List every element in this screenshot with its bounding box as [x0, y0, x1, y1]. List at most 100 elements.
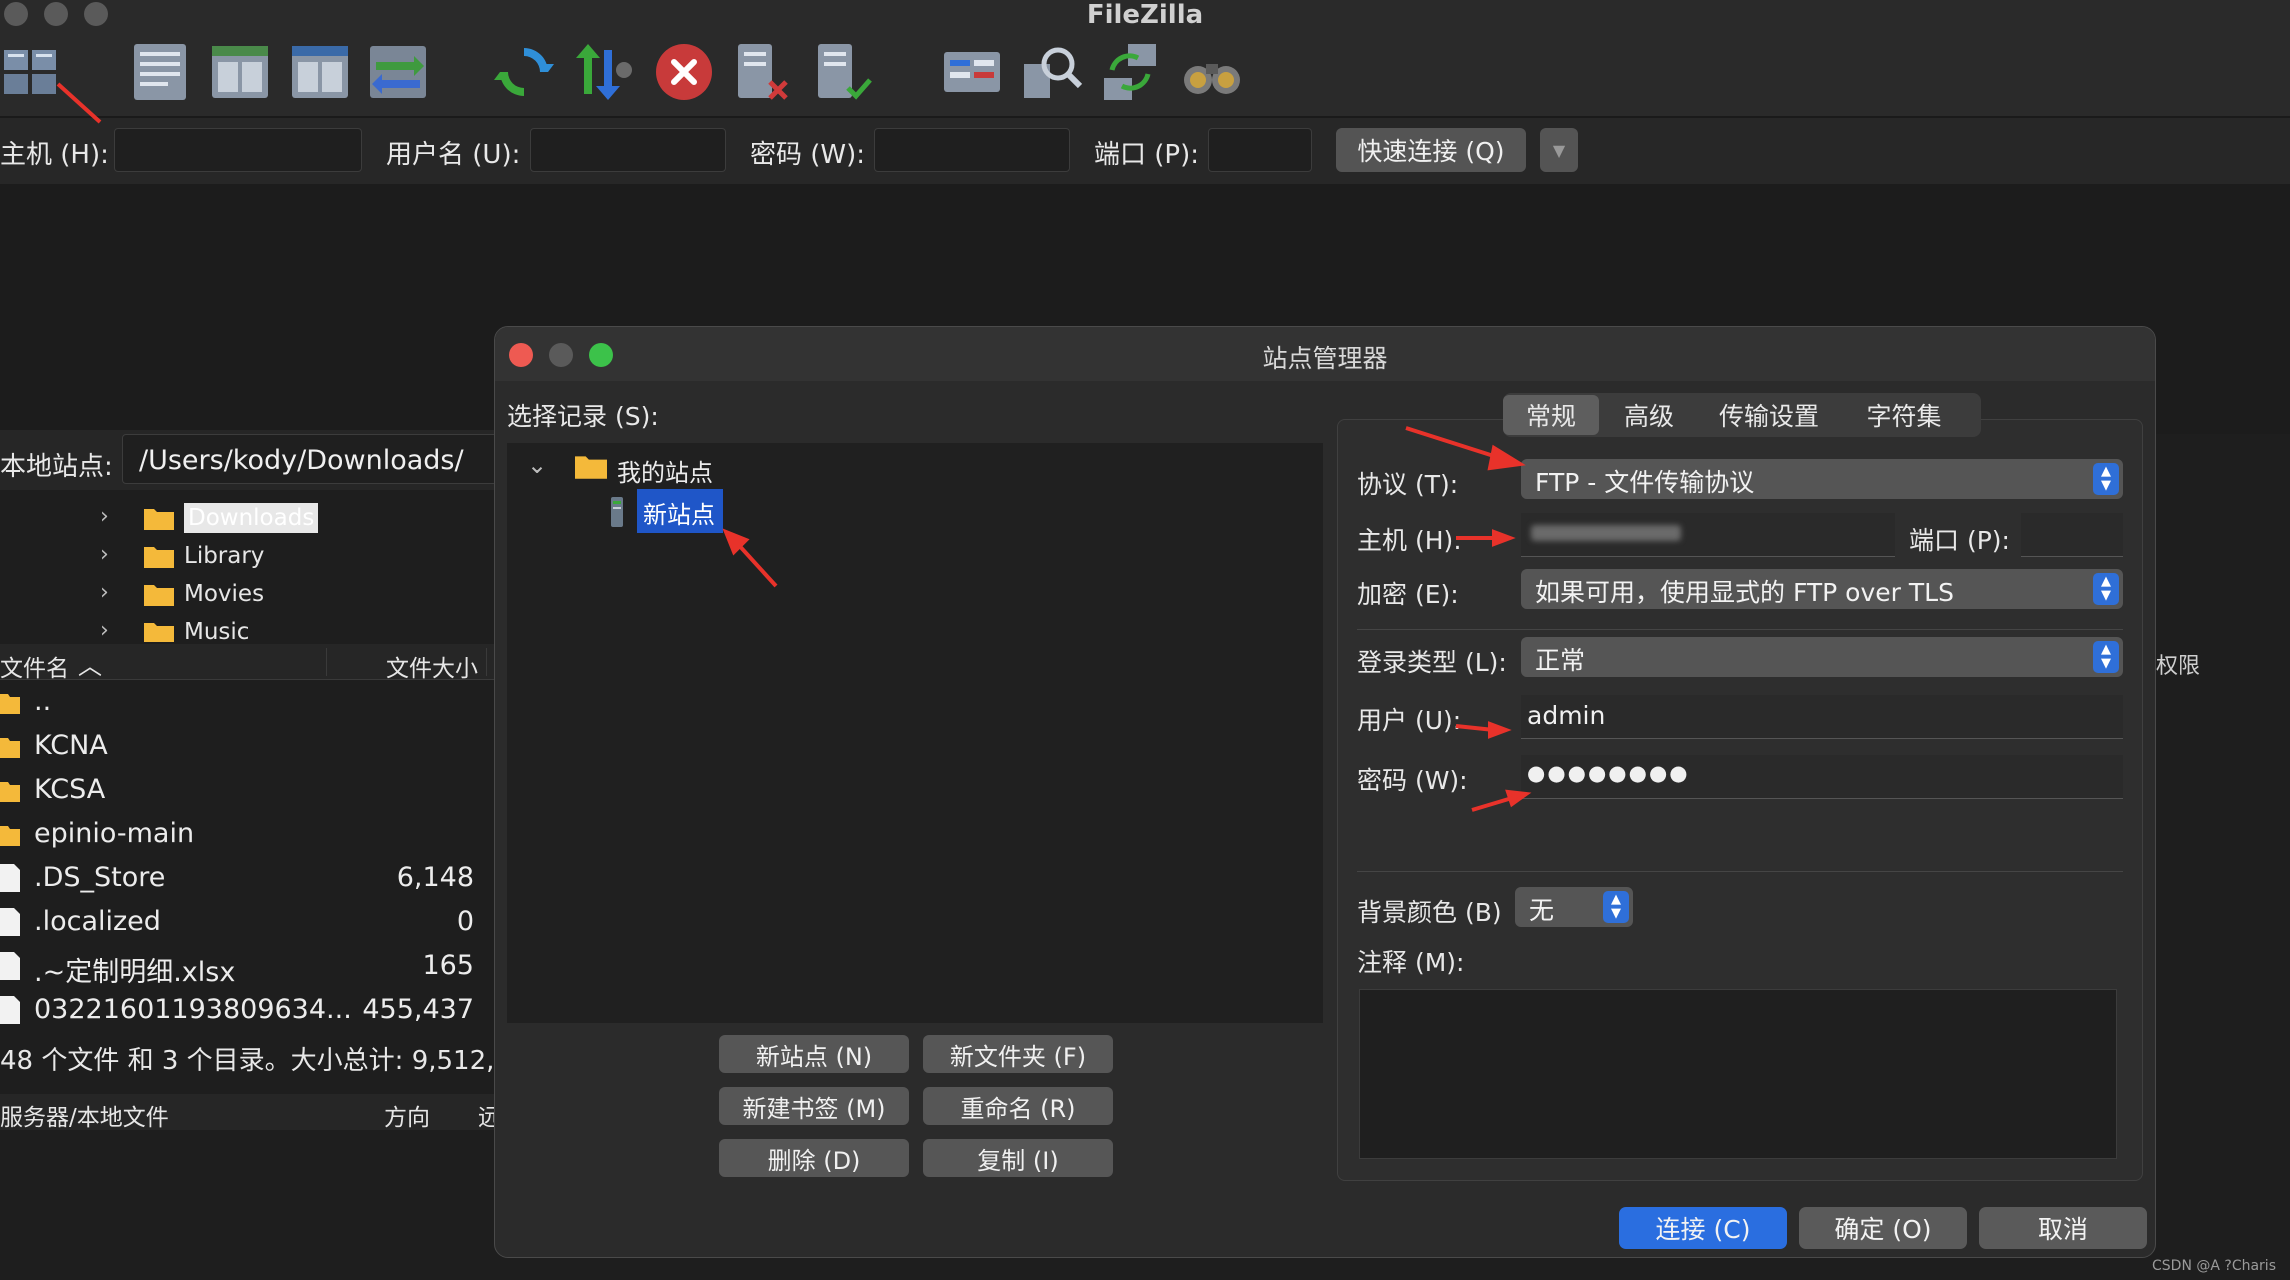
- quickconnect-bar: 主机 (H): 用户名 (U): 密码 (W): 端口 (P): 快速连接 (Q…: [0, 118, 2290, 184]
- user-input[interactable]: admin: [1521, 695, 2123, 739]
- logon-type-select[interactable]: 正常 ▲ ▼: [1521, 637, 2123, 677]
- file-icon: [0, 996, 20, 1024]
- column-direction[interactable]: 方向: [384, 1098, 430, 1132]
- file-size: 455,437: [362, 994, 474, 1025]
- file-row[interactable]: .~定制明细.xlsx 165: [0, 944, 500, 988]
- connect-button[interactable]: 连接 (C): [1619, 1207, 1787, 1249]
- toggle-remote-tree-icon[interactable]: [286, 38, 354, 106]
- tree-item-movies[interactable]: › Movies: [0, 576, 500, 614]
- column-filename[interactable]: 文件名: [0, 649, 69, 683]
- tab-transfer-settings[interactable]: 传输设置: [1699, 395, 1839, 435]
- site-manager-icon[interactable]: [0, 38, 68, 106]
- protocol-select[interactable]: FTP - 文件传输协议 ▲ ▼: [1521, 459, 2123, 499]
- rename-button[interactable]: 重命名 (R): [923, 1087, 1113, 1125]
- qc-host-input[interactable]: [114, 128, 362, 172]
- divider: [1357, 629, 2123, 630]
- file-name: .DS_Store: [34, 862, 166, 893]
- cancel-button[interactable]: 取消: [1979, 1207, 2147, 1249]
- folder-icon: [0, 826, 20, 846]
- tree-item-music[interactable]: › Music: [0, 614, 500, 642]
- quickconnect-button[interactable]: 快速连接 (Q): [1336, 128, 1526, 172]
- local-directory-tree: › Downloads › Library › Movies › Music: [0, 492, 500, 642]
- disconnect-icon[interactable]: [728, 38, 796, 106]
- synchronized-browsing-icon[interactable]: [1096, 38, 1164, 106]
- reconnect-icon[interactable]: [808, 38, 876, 106]
- refresh-icon[interactable]: [490, 38, 558, 106]
- redacted-host: [1531, 525, 1681, 541]
- file-name: KCSA: [34, 774, 106, 805]
- file-row[interactable]: KCNA: [0, 724, 500, 768]
- file-name: .localized: [34, 906, 161, 937]
- process-queue-icon[interactable]: [568, 38, 636, 106]
- dialog-title: 站点管理器: [1262, 344, 1388, 373]
- site-tree: ⌄ 我的站点 新站点: [507, 443, 1323, 1023]
- password-input[interactable]: ●●●●●●●●: [1521, 755, 2123, 799]
- tab-advanced[interactable]: 高级: [1599, 395, 1699, 435]
- file-row[interactable]: epinio-main: [0, 812, 500, 856]
- tree-root-my-sites[interactable]: 我的站点: [617, 453, 713, 488]
- compare-directories-icon[interactable]: [1018, 38, 1086, 106]
- chevron-right-icon[interactable]: ›: [100, 618, 109, 642]
- chevron-right-icon[interactable]: ›: [100, 504, 109, 529]
- dialog-titlebar: 站点管理器: [495, 327, 2155, 381]
- file-row[interactable]: .DS_Store 6,148: [0, 856, 500, 900]
- main-titlebar: FileZilla: [0, 0, 2290, 30]
- user-label: 用户 (U):: [1357, 706, 1462, 735]
- column-filesize[interactable]: 文件大小: [386, 649, 478, 683]
- chevron-right-icon[interactable]: ›: [100, 542, 109, 567]
- ok-button[interactable]: 确定 (O): [1799, 1207, 1967, 1249]
- new-folder-button[interactable]: 新文件夹 (F): [923, 1035, 1113, 1073]
- search-remote-files-icon[interactable]: [1178, 38, 1246, 106]
- host-label: 主机 (H):: [1357, 526, 1462, 555]
- comments-textarea[interactable]: [1359, 989, 2117, 1159]
- new-bookmark-button[interactable]: 新建书签 (M): [719, 1087, 909, 1125]
- tree-item-label: Music: [184, 619, 250, 642]
- new-site-button[interactable]: 新站点 (N): [719, 1035, 909, 1073]
- file-icon: [0, 908, 20, 936]
- toggle-local-tree-icon[interactable]: [206, 38, 274, 106]
- app-title: FileZilla: [1086, 0, 1204, 30]
- host-input[interactable]: [1521, 513, 1895, 557]
- local-path-input[interactable]: /Users/kody/Downloads/: [122, 434, 502, 484]
- watermark: CSDN @A ?Charis: [2152, 1258, 2276, 1274]
- comments-label: 注释 (M):: [1357, 948, 1465, 977]
- tab-general[interactable]: 常规: [1503, 395, 1599, 435]
- background-color-label: 背景颜色 (B): [1357, 898, 1502, 927]
- qc-pass-input[interactable]: [874, 128, 1070, 172]
- column-server-local-file[interactable]: 服务器/本地文件: [0, 1098, 169, 1132]
- tree-item-library[interactable]: › Library: [0, 538, 500, 576]
- quickconnect-history-dropdown[interactable]: ▼: [1540, 128, 1578, 172]
- qc-user-input[interactable]: [530, 128, 726, 172]
- directory-listing-filters-icon[interactable]: [938, 38, 1006, 106]
- protocol-value: FTP - 文件传输协议: [1535, 468, 1755, 497]
- folder-icon: [144, 585, 174, 606]
- tree-item-new-site[interactable]: 新站点: [637, 489, 723, 533]
- file-row[interactable]: 03221601193809634... 455,437: [0, 988, 500, 1030]
- file-row[interactable]: .localized 0: [0, 900, 500, 944]
- chevron-down-icon[interactable]: ⌄: [527, 451, 547, 479]
- chevron-updown-icon: ▲ ▼: [2093, 463, 2119, 495]
- copy-button[interactable]: 复制 (I): [923, 1139, 1113, 1177]
- tree-item-label: Library: [184, 543, 265, 569]
- chevron-updown-icon: ▲ ▼: [2093, 573, 2119, 605]
- folder-icon: [0, 694, 20, 714]
- qc-port-input[interactable]: [1208, 128, 1312, 172]
- tree-item-downloads[interactable]: › Downloads: [0, 500, 500, 538]
- toggle-transfer-queue-icon[interactable]: [364, 38, 432, 106]
- port-input[interactable]: [2021, 513, 2123, 557]
- file-row[interactable]: ..: [0, 680, 500, 724]
- cancel-operation-icon[interactable]: [650, 38, 718, 106]
- column-permissions[interactable]: 权限: [2156, 648, 2200, 680]
- encryption-select[interactable]: 如果可用，使用显式的 FTP over TLS ▲ ▼: [1521, 569, 2123, 609]
- file-size: 0: [456, 906, 474, 937]
- qc-host-label: 主机 (H):: [0, 140, 109, 170]
- sort-ascending-icon[interactable]: ︿: [78, 646, 102, 681]
- tab-charset[interactable]: 字符集: [1839, 395, 1969, 435]
- background-color-select[interactable]: 无 ▲ ▼: [1515, 887, 1633, 927]
- toggle-message-log-icon[interactable]: [126, 38, 194, 106]
- file-row[interactable]: KCSA: [0, 768, 500, 812]
- encryption-value: 如果可用，使用显式的 FTP over TLS: [1535, 578, 1954, 607]
- chevron-right-icon[interactable]: ›: [100, 580, 109, 605]
- delete-button[interactable]: 删除 (D): [719, 1139, 909, 1177]
- site-manager-dialog: 站点管理器 选择记录 (S): ⌄ 我的站点 新站点 新站点 (N) 新文件夹 …: [494, 326, 2156, 1258]
